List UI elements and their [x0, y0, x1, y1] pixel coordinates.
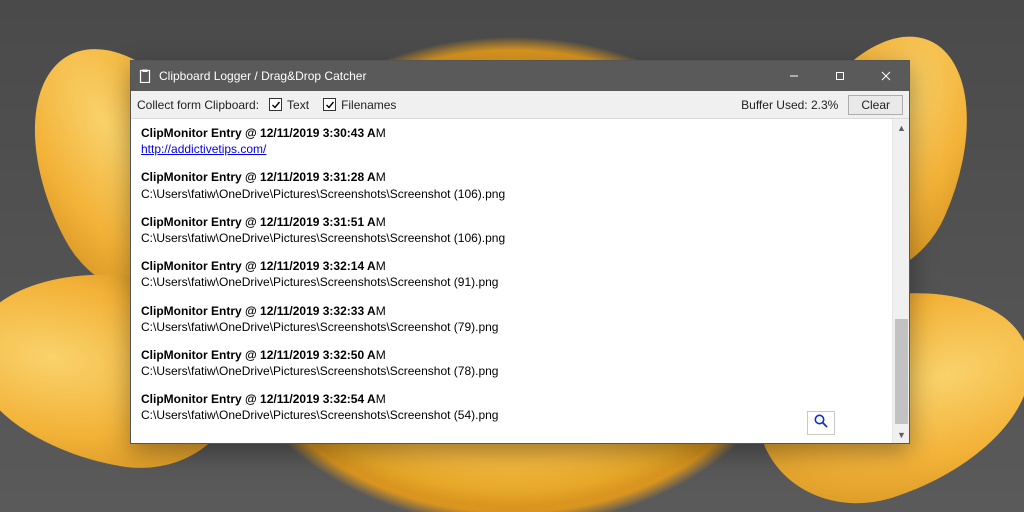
buffer-used-label: Buffer Used: 2.3%	[741, 98, 838, 112]
entry-heading-bold: ClipMonitor Entry @ 12/11/2019 3:31:28 A	[141, 170, 376, 184]
entry-path: C:\Users\fatiw\OneDrive\Pictures\Screens…	[141, 319, 882, 335]
checkbox-box	[323, 98, 336, 111]
collect-label: Collect form Clipboard:	[137, 98, 259, 112]
filenames-checkbox[interactable]: Filenames	[323, 98, 396, 112]
entry-heading-rest: M	[376, 304, 386, 318]
log-entry: ClipMonitor Entry @ 12/11/2019 3:30:43 A…	[141, 125, 882, 157]
entry-heading-bold: ClipMonitor Entry @ 12/11/2019 3:32:14 A	[141, 259, 376, 273]
entry-heading-bold: ClipMonitor Entry @ 12/11/2019 3:32:50 A	[141, 348, 376, 362]
entry-heading: ClipMonitor Entry @ 12/11/2019 3:32:50 A…	[141, 347, 882, 363]
toolbar: Collect form Clipboard: Text Filenames B…	[131, 91, 909, 119]
app-window: Clipboard Logger / Drag&Drop Catcher Col…	[130, 60, 910, 444]
log-entry: ClipMonitor Entry @ 12/11/2019 3:31:28 A…	[141, 169, 882, 201]
entry-heading: ClipMonitor Entry @ 12/11/2019 3:32:54 A…	[141, 391, 882, 407]
entry-heading-rest: M	[376, 392, 386, 406]
entry-heading-rest: M	[376, 348, 386, 362]
magnifier-icon	[813, 413, 829, 434]
log-entry: ClipMonitor Entry @ 12/11/2019 3:32:54 A…	[141, 391, 882, 423]
entry-heading-bold: ClipMonitor Entry @ 12/11/2019 3:30:43 A	[141, 126, 376, 140]
entry-heading: ClipMonitor Entry @ 12/11/2019 3:31:28 A…	[141, 169, 882, 185]
maximize-button[interactable]	[817, 61, 863, 91]
text-checkbox-label: Text	[287, 98, 309, 112]
filenames-checkbox-label: Filenames	[341, 98, 396, 112]
scrollbar-thumb[interactable]	[895, 319, 908, 424]
entry-heading: ClipMonitor Entry @ 12/11/2019 3:30:43 A…	[141, 125, 882, 141]
entry-path: C:\Users\fatiw\OneDrive\Pictures\Screens…	[141, 274, 882, 290]
log-entry: ClipMonitor Entry @ 12/11/2019 3:32:14 A…	[141, 258, 882, 290]
entry-heading-rest: M	[376, 215, 386, 229]
entry-heading-rest: M	[376, 170, 386, 184]
minimize-button[interactable]	[771, 61, 817, 91]
scroll-up-arrow-icon[interactable]: ▲	[893, 119, 910, 136]
entry-heading-rest: M	[376, 259, 386, 273]
entry-heading-bold: ClipMonitor Entry @ 12/11/2019 3:32:33 A	[141, 304, 376, 318]
entry-path: C:\Users\fatiw\OneDrive\Pictures\Screens…	[141, 230, 882, 246]
text-checkbox[interactable]: Text	[269, 98, 309, 112]
log-content[interactable]: ClipMonitor Entry @ 12/11/2019 3:30:43 A…	[131, 119, 892, 443]
magnifier-button[interactable]	[807, 411, 835, 435]
scroll-down-arrow-icon[interactable]: ▼	[893, 426, 910, 443]
entry-heading: ClipMonitor Entry @ 12/11/2019 3:32:14 A…	[141, 258, 882, 274]
entry-path: C:\Users\fatiw\OneDrive\Pictures\Screens…	[141, 363, 882, 379]
entry-heading-bold: ClipMonitor Entry @ 12/11/2019 3:31:51 A	[141, 215, 376, 229]
log-entry: ClipMonitor Entry @ 12/11/2019 3:32:50 A…	[141, 347, 882, 379]
entry-heading-rest: M	[376, 126, 386, 140]
desktop-wallpaper: Clipboard Logger / Drag&Drop Catcher Col…	[0, 0, 1024, 512]
clear-button[interactable]: Clear	[848, 95, 903, 115]
checkbox-box	[269, 98, 282, 111]
titlebar[interactable]: Clipboard Logger / Drag&Drop Catcher	[131, 61, 909, 91]
log-entry: ClipMonitor Entry @ 12/11/2019 3:32:33 A…	[141, 303, 882, 335]
entry-path: C:\Users\fatiw\OneDrive\Pictures\Screens…	[141, 186, 882, 202]
vertical-scrollbar[interactable]: ▲ ▼	[892, 119, 909, 443]
entry-heading: ClipMonitor Entry @ 12/11/2019 3:32:33 A…	[141, 303, 882, 319]
entry-link[interactable]: http://addictivetips.com/	[141, 141, 882, 157]
log-entry: ClipMonitor Entry @ 12/11/2019 3:31:51 A…	[141, 214, 882, 246]
close-button[interactable]	[863, 61, 909, 91]
entry-heading: ClipMonitor Entry @ 12/11/2019 3:31:51 A…	[141, 214, 882, 230]
window-title: Clipboard Logger / Drag&Drop Catcher	[159, 69, 771, 83]
clipboard-icon	[139, 69, 151, 83]
entry-path: C:\Users\fatiw\OneDrive\Pictures\Screens…	[141, 407, 882, 423]
entry-heading-bold: ClipMonitor Entry @ 12/11/2019 3:32:54 A	[141, 392, 376, 406]
